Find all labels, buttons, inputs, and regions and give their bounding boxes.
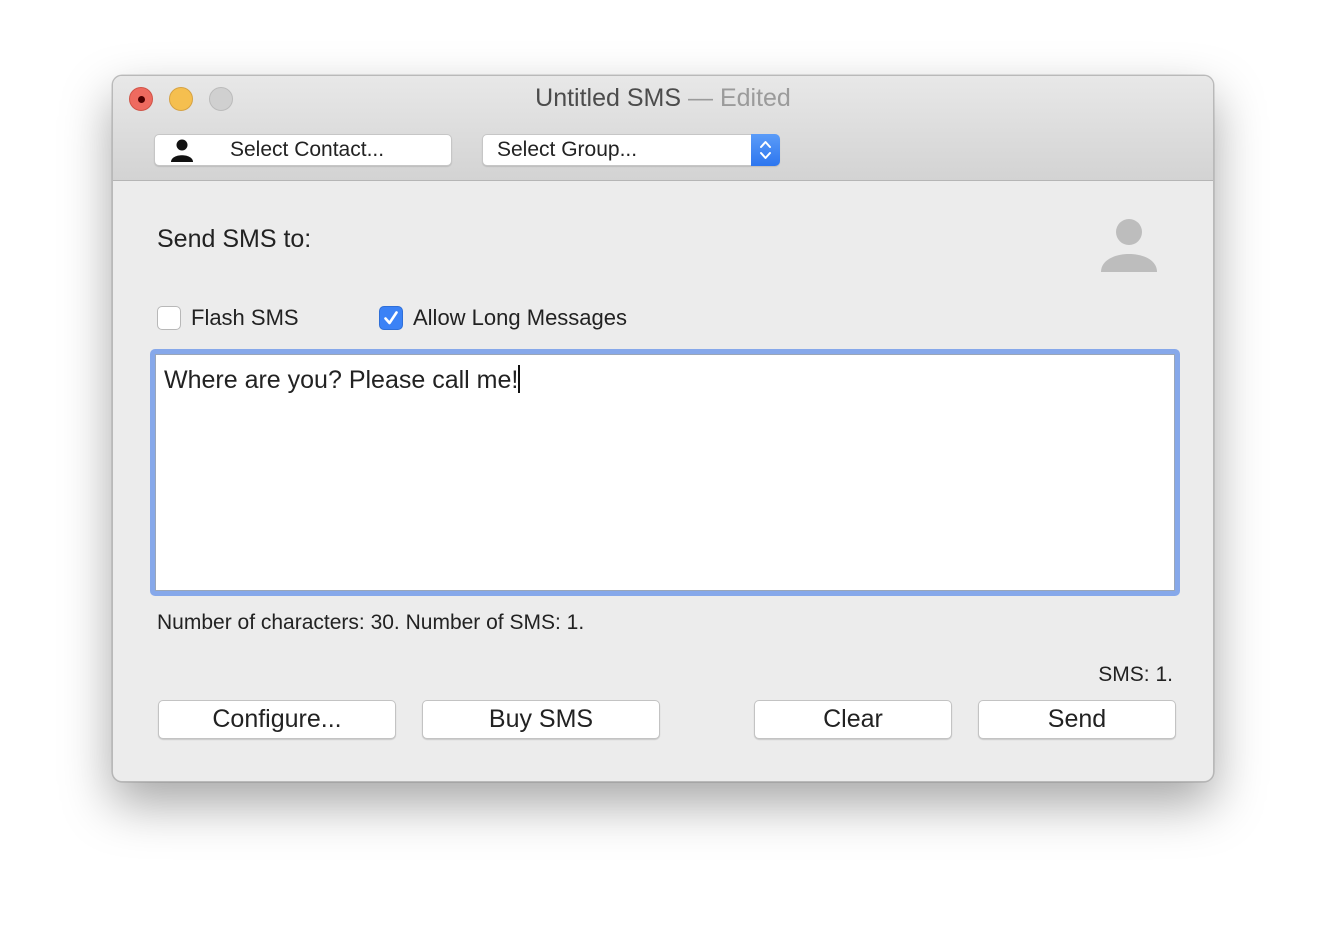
- person-icon: [171, 139, 193, 162]
- window-title-text: Untitled SMS: [535, 84, 682, 112]
- message-field-focus-ring: Where are you? Please call me!: [150, 349, 1180, 596]
- send-button[interactable]: Send: [978, 700, 1176, 739]
- flash-sms-checkbox[interactable]: [157, 306, 181, 330]
- configure-button[interactable]: Configure...: [158, 700, 396, 739]
- text-caret: [518, 365, 521, 393]
- select-group-dropdown[interactable]: Select Group...: [482, 134, 780, 166]
- allow-long-messages-label: Allow Long Messages: [413, 305, 628, 330]
- select-contact-label: Select Contact...: [230, 138, 385, 161]
- sms-balance: SMS: 1.: [1098, 663, 1173, 686]
- buy-sms-button[interactable]: Buy SMS: [422, 700, 660, 739]
- window-title: Untitled SMS — Edited: [113, 84, 1213, 113]
- select-group-value: Select Group...: [497, 138, 638, 161]
- message-text: Where are you? Please call me!: [164, 366, 519, 394]
- select-contact-button[interactable]: Select Contact...: [154, 134, 452, 166]
- character-count-status: Number of characters: 30. Number of SMS:…: [157, 611, 585, 634]
- message-textarea[interactable]: Where are you? Please call me!: [155, 354, 1175, 591]
- title-bar: Untitled SMS — Edited Select Contact... …: [113, 76, 1213, 181]
- person-placeholder-icon: [1101, 219, 1157, 272]
- checkmark-icon: [384, 311, 398, 325]
- sms-window: Untitled SMS — Edited Select Contact... …: [112, 75, 1214, 782]
- up-down-chevron-icon[interactable]: [751, 134, 780, 166]
- edited-indicator: — Edited: [688, 84, 791, 112]
- flash-sms-label: Flash SMS: [191, 305, 299, 330]
- clear-button[interactable]: Clear: [754, 700, 952, 739]
- allow-long-messages-checkbox[interactable]: [379, 306, 403, 330]
- send-to-label: Send SMS to:: [157, 225, 312, 253]
